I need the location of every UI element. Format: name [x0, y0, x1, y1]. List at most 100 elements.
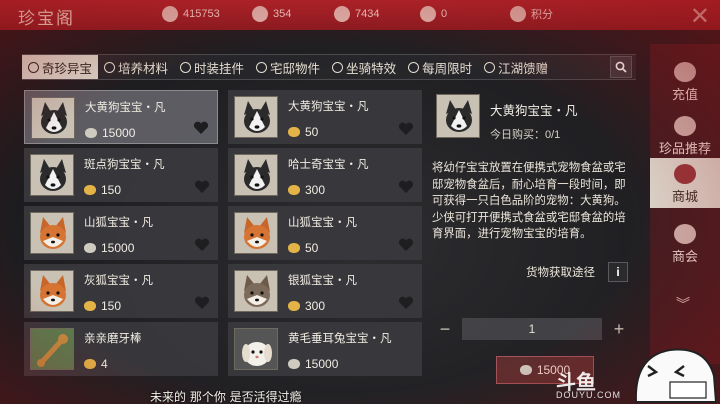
fox-pet-icon — [30, 270, 74, 312]
treasure-icon — [674, 116, 696, 136]
husky-pet-icon — [31, 97, 75, 139]
points-icon — [510, 6, 526, 22]
currency-jade: 354 — [252, 6, 291, 22]
fashion-tab-icon — [180, 61, 192, 73]
nav-recharge[interactable]: 充值 — [650, 62, 720, 103]
nav-guild[interactable]: 商会 — [650, 224, 720, 265]
gold-ingot-icon — [288, 127, 300, 137]
silver-ingot-icon — [420, 6, 436, 22]
item-card[interactable]: 斑点狗宝宝・凡 150 — [24, 148, 218, 202]
video-subtitle: 未来的 那个你 是否活得过瘾 — [150, 390, 302, 404]
husky-pet-icon — [436, 94, 480, 138]
category-tabs: 奇珍异宝 培养材料 时装挂件 宅邸物件 坐骑特效 每周限时 江湖馈赠 — [22, 54, 636, 80]
top-bar: 珍宝阁 415753 354 7434 0 积分 ✕ — [0, 0, 720, 30]
item-name: 亲亲磨牙棒 — [84, 333, 142, 345]
currency-horse: 7434 — [334, 6, 379, 22]
shop-title: 珍宝阁 — [18, 9, 75, 29]
favorite-heart-icon[interactable] — [398, 122, 414, 136]
item-price: 150 — [84, 299, 121, 313]
quantity-stepper: − 1 + — [434, 318, 630, 340]
item-price: 4 — [84, 357, 108, 371]
close-icon[interactable]: ✕ — [690, 2, 710, 31]
chew-stick-icon — [30, 328, 74, 370]
tab-rare-treasures[interactable]: 奇珍异宝 — [22, 55, 99, 79]
nav-featured[interactable]: 珍品推荐 — [650, 116, 720, 157]
search-button[interactable] — [610, 56, 632, 78]
favorite-heart-icon[interactable] — [398, 296, 414, 310]
fox-pet-icon — [234, 270, 278, 312]
mount-tab-icon — [332, 61, 344, 73]
silver-coin-icon — [85, 128, 97, 138]
item-name: 斑点狗宝宝・凡 — [84, 159, 165, 171]
recharge-icon — [674, 62, 696, 82]
item-name: 山狐宝宝・凡 — [288, 217, 357, 229]
item-description: 将幼仔宝宝放置在便携式宠物食盆或宅邸宠物食盆后，耐心培育一段时间，即可获得一只白… — [432, 162, 626, 240]
favorite-heart-icon[interactable] — [194, 238, 210, 252]
horse-token-icon — [334, 6, 350, 22]
game-shop-screen: 珍宝阁 415753 354 7434 0 积分 ✕ 奇珍异宝 培养材料 时装挂… — [0, 0, 720, 404]
tab-mansion[interactable]: 宅邸物件 — [250, 55, 326, 79]
favorite-heart-icon[interactable] — [398, 180, 414, 194]
item-price: 150 — [84, 183, 121, 197]
item-detail-panel: 大黄狗宝宝・凡 今日购买：0/1 将幼仔宝宝放置在便携式宠物食盆或宅邸宠物食盆后… — [430, 88, 640, 384]
daily-purchase-limit: 今日购买：0/1 — [490, 129, 561, 141]
favorite-heart-icon[interactable] — [398, 238, 414, 252]
fox-pet-icon — [30, 212, 74, 254]
tab-jianghu-gifts[interactable]: 江湖馈赠 — [478, 55, 554, 79]
husky-pet-icon — [234, 96, 278, 138]
item-name: 哈士奇宝宝・凡 — [288, 159, 369, 171]
chevron-down-icon[interactable]: ︾ — [676, 294, 690, 314]
husky-pet-icon — [30, 154, 74, 196]
decrease-button[interactable]: − — [434, 318, 456, 340]
douyu-watermark-url: DOUYU.COM — [556, 390, 621, 400]
jade-icon — [252, 6, 268, 22]
guild-icon — [674, 224, 696, 244]
item-card[interactable]: 亲亲磨牙棒 4 — [24, 322, 218, 376]
gold-ingot-icon — [288, 243, 300, 253]
item-card[interactable]: 山狐宝宝・凡 50 — [228, 206, 422, 260]
gold-ingot-icon — [288, 301, 300, 311]
item-card[interactable]: 大黄狗宝宝・凡 50 — [228, 90, 422, 144]
mansion-tab-icon — [256, 61, 268, 73]
gold-ingot-icon — [288, 185, 300, 195]
tab-materials[interactable]: 培养材料 — [98, 55, 174, 79]
favorite-heart-icon[interactable] — [194, 296, 210, 310]
tab-weekly-limited[interactable]: 每周限时 — [402, 55, 478, 79]
tab-fashion[interactable]: 时装挂件 — [174, 55, 250, 79]
rabbit-pet-icon — [234, 328, 278, 370]
nav-shop[interactable]: 商城 — [650, 158, 720, 208]
item-price: 300 — [288, 183, 325, 197]
currency-points[interactable]: 积分 — [510, 6, 553, 22]
shop-icon — [674, 164, 696, 184]
right-nav: 充值 珍品推荐 商城 商会 ︾ — [650, 44, 720, 364]
item-price: 15000 — [85, 126, 135, 140]
item-name: 黄毛垂耳兔宝宝・凡 — [288, 333, 392, 345]
feather-tab-icon — [104, 61, 116, 73]
item-card[interactable]: 黄毛垂耳兔宝宝・凡 15000 — [228, 322, 422, 376]
favorite-heart-icon[interactable] — [194, 180, 210, 194]
item-price: 50 — [288, 125, 318, 139]
gold-ingot-icon — [84, 359, 96, 369]
mascot-sticker — [634, 348, 718, 403]
source-label: 货物获取途径 — [526, 267, 595, 279]
treasure-tab-icon — [28, 61, 39, 73]
item-price: 15000 — [84, 241, 134, 255]
item-card[interactable]: 大黄狗宝宝・凡 15000 — [24, 90, 218, 144]
quantity-value[interactable]: 1 — [462, 318, 602, 340]
item-name: 大黄狗宝宝・凡 — [288, 101, 369, 113]
fox-pet-icon — [234, 212, 278, 254]
item-card[interactable]: 哈士奇宝宝・凡 300 — [228, 148, 422, 202]
item-card[interactable]: 灰狐宝宝・凡 150 — [24, 264, 218, 318]
item-price: 50 — [288, 241, 318, 255]
item-name: 大黄狗宝宝・凡 — [85, 102, 166, 114]
tab-mount-effects[interactable]: 坐骑特效 — [326, 55, 402, 79]
silver-coin-icon — [519, 365, 532, 375]
favorite-heart-icon[interactable] — [193, 121, 209, 135]
item-card[interactable]: 银狐宝宝・凡 300 — [228, 264, 422, 318]
rose-coin-icon — [162, 6, 178, 22]
item-price: 300 — [288, 299, 325, 313]
info-button[interactable]: i — [608, 262, 628, 282]
item-name: 山狐宝宝・凡 — [84, 217, 153, 229]
silver-coin-icon — [84, 243, 96, 253]
item-card[interactable]: 山狐宝宝・凡 15000 — [24, 206, 218, 260]
